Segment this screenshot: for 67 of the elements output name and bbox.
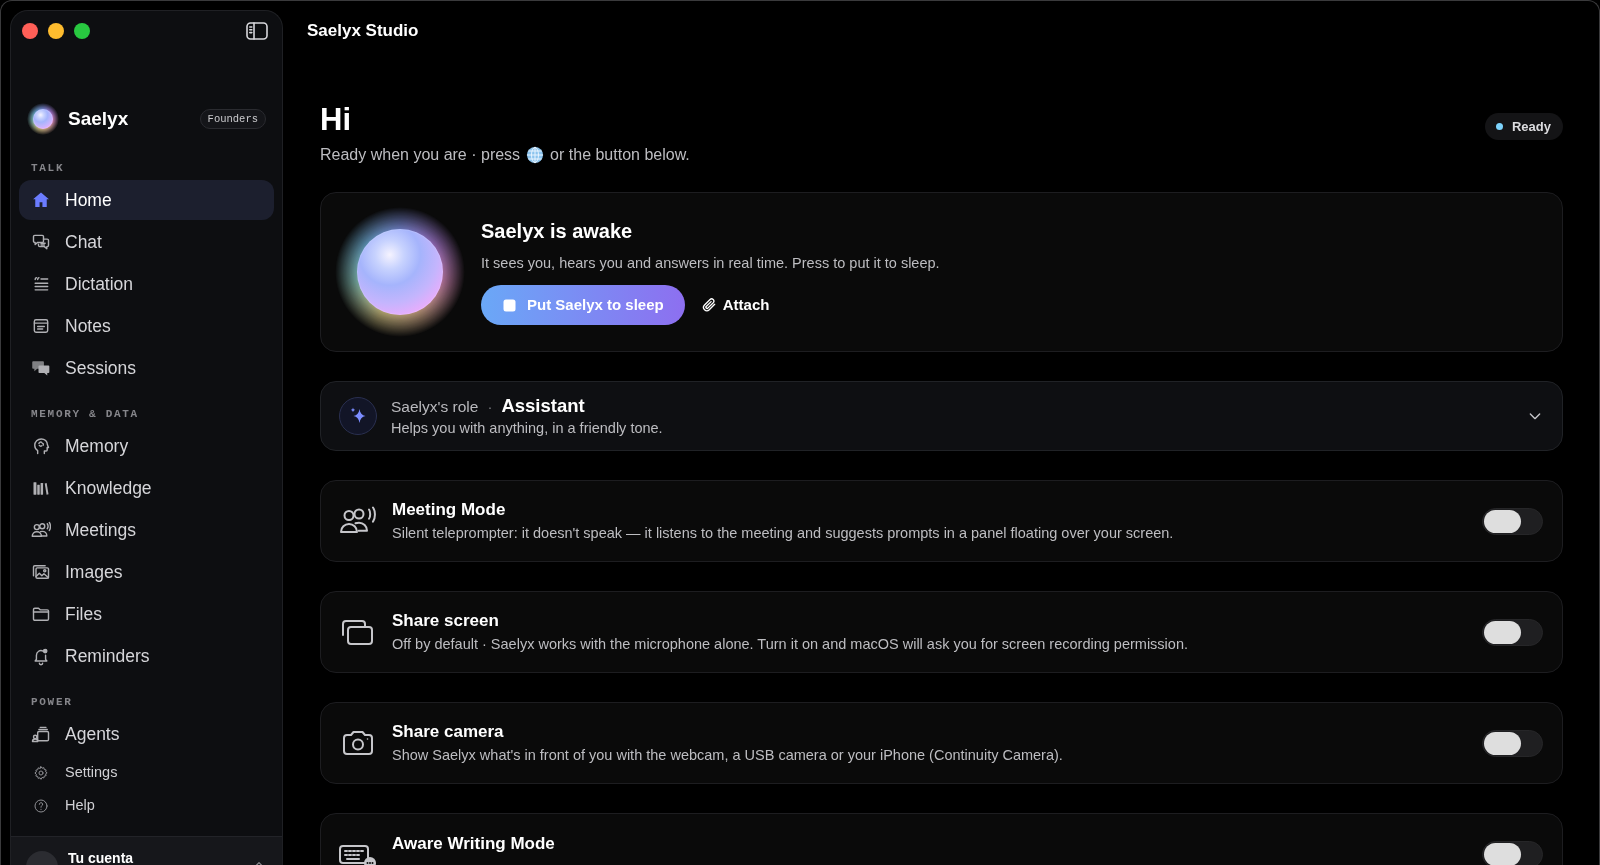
sidebar-link[interactable]: Settings <box>19 756 274 789</box>
role-description: Helps you with anything, in a friendly tone. <box>391 418 663 438</box>
sidebar-item[interactable]: Chat <box>19 222 274 262</box>
subtitle-text: or the button below. <box>550 145 690 165</box>
sidebar-item[interactable]: Images <box>19 552 274 592</box>
text-lines-icon <box>31 274 51 294</box>
people-icon <box>31 520 51 540</box>
feature-description: Off by default · Saelyx works with the microphone alone. Turn it on and macOS will ask you for screen recording permission. <box>392 635 1188 654</box>
house-icon <box>31 190 51 210</box>
role-selector[interactable]: Saelyx's role · Assistant Helps you with anything, in a friendly tone. <box>320 381 1563 451</box>
head-icon <box>31 436 51 456</box>
section-label: MEMORY & DATA <box>30 407 140 422</box>
feature-title: Aware Writing Mode <box>392 833 555 855</box>
stack-icon <box>31 724 51 744</box>
assistant-description: It sees you, hears you and answers in real time. Press to put it to sleep. <box>481 254 940 273</box>
account-menu[interactable]: Tu cuenta <box>11 836 282 865</box>
subtitle-text: Ready when you are · press <box>320 145 521 165</box>
feature-description: Silent teleprompter: it doesn't speak — it listens to the meeting and suggests prompts in a panel floating over your screen. <box>392 524 1174 543</box>
role-label: Saelyx's role <box>391 396 479 417</box>
sidebar-item[interactable]: Notes <box>19 306 274 346</box>
globe-icon <box>526 146 545 164</box>
feature-title: Meeting Mode <box>392 499 507 521</box>
toggle-switch[interactable] <box>1482 729 1543 757</box>
status-text: Ready <box>1511 119 1551 134</box>
window-title: Saelyx Studio <box>307 19 419 42</box>
sidebar-item[interactable]: Meetings <box>19 510 274 550</box>
sidebar-toggle-icon[interactable] <box>246 22 268 40</box>
paperclip-icon <box>700 297 717 313</box>
separator-dot: · <box>487 396 493 417</box>
sidebar-item[interactable]: Home <box>19 180 274 220</box>
orb-logo-icon <box>27 103 59 135</box>
attach-button[interactable]: Attach <box>696 285 774 325</box>
settings-icon <box>33 764 49 781</box>
minimize-button[interactable] <box>48 23 64 39</box>
sidebar-item[interactable]: Dictation <box>19 264 274 304</box>
app-name: Saelyx <box>68 106 129 131</box>
role-name: Assistant <box>501 394 585 417</box>
section-label: POWER <box>30 695 74 710</box>
feature-title: Share screen <box>392 610 500 632</box>
close-button[interactable] <box>22 23 38 39</box>
help-icon <box>33 797 49 814</box>
account-name: Tu cuenta <box>68 849 134 865</box>
sidebar-item[interactable]: Memory <box>19 426 274 466</box>
sidebar-item[interactable]: Agents <box>19 714 274 754</box>
feature-title: Share camera <box>392 721 505 743</box>
greeting-heading: Hi <box>320 101 351 139</box>
sidebar-item[interactable]: Files <box>19 594 274 634</box>
assistant-title: Saelyx is awake <box>481 219 634 243</box>
sidebar-link[interactable]: Help <box>19 789 274 822</box>
zoom-button[interactable] <box>74 23 90 39</box>
speech-bubbles-icon <box>31 358 51 378</box>
plan-badge: Founders <box>199 109 266 129</box>
sparkle-icon <box>339 397 377 435</box>
folder-icon <box>31 604 51 624</box>
chat-bubbles-icon <box>31 232 51 252</box>
note-icon <box>31 316 51 336</box>
status-dot-icon <box>1495 123 1503 130</box>
feature-description: Show Saelyx what's in front of you with the webcam, a USB camera or your iPhone (Continuity Camera). <box>392 746 1063 765</box>
sidebar-item[interactable]: Reminders <box>19 636 274 676</box>
sidebar-item[interactable]: Sessions <box>19 348 274 388</box>
toggle-switch[interactable] <box>1482 618 1543 646</box>
toggle-switch[interactable] <box>1482 507 1543 535</box>
photos-icon <box>31 562 51 582</box>
toggle-switch[interactable] <box>1482 841 1543 865</box>
sidebar-item[interactable]: Knowledge <box>19 468 274 508</box>
stop-icon <box>503 298 516 312</box>
section-label: TALK <box>30 161 66 176</box>
